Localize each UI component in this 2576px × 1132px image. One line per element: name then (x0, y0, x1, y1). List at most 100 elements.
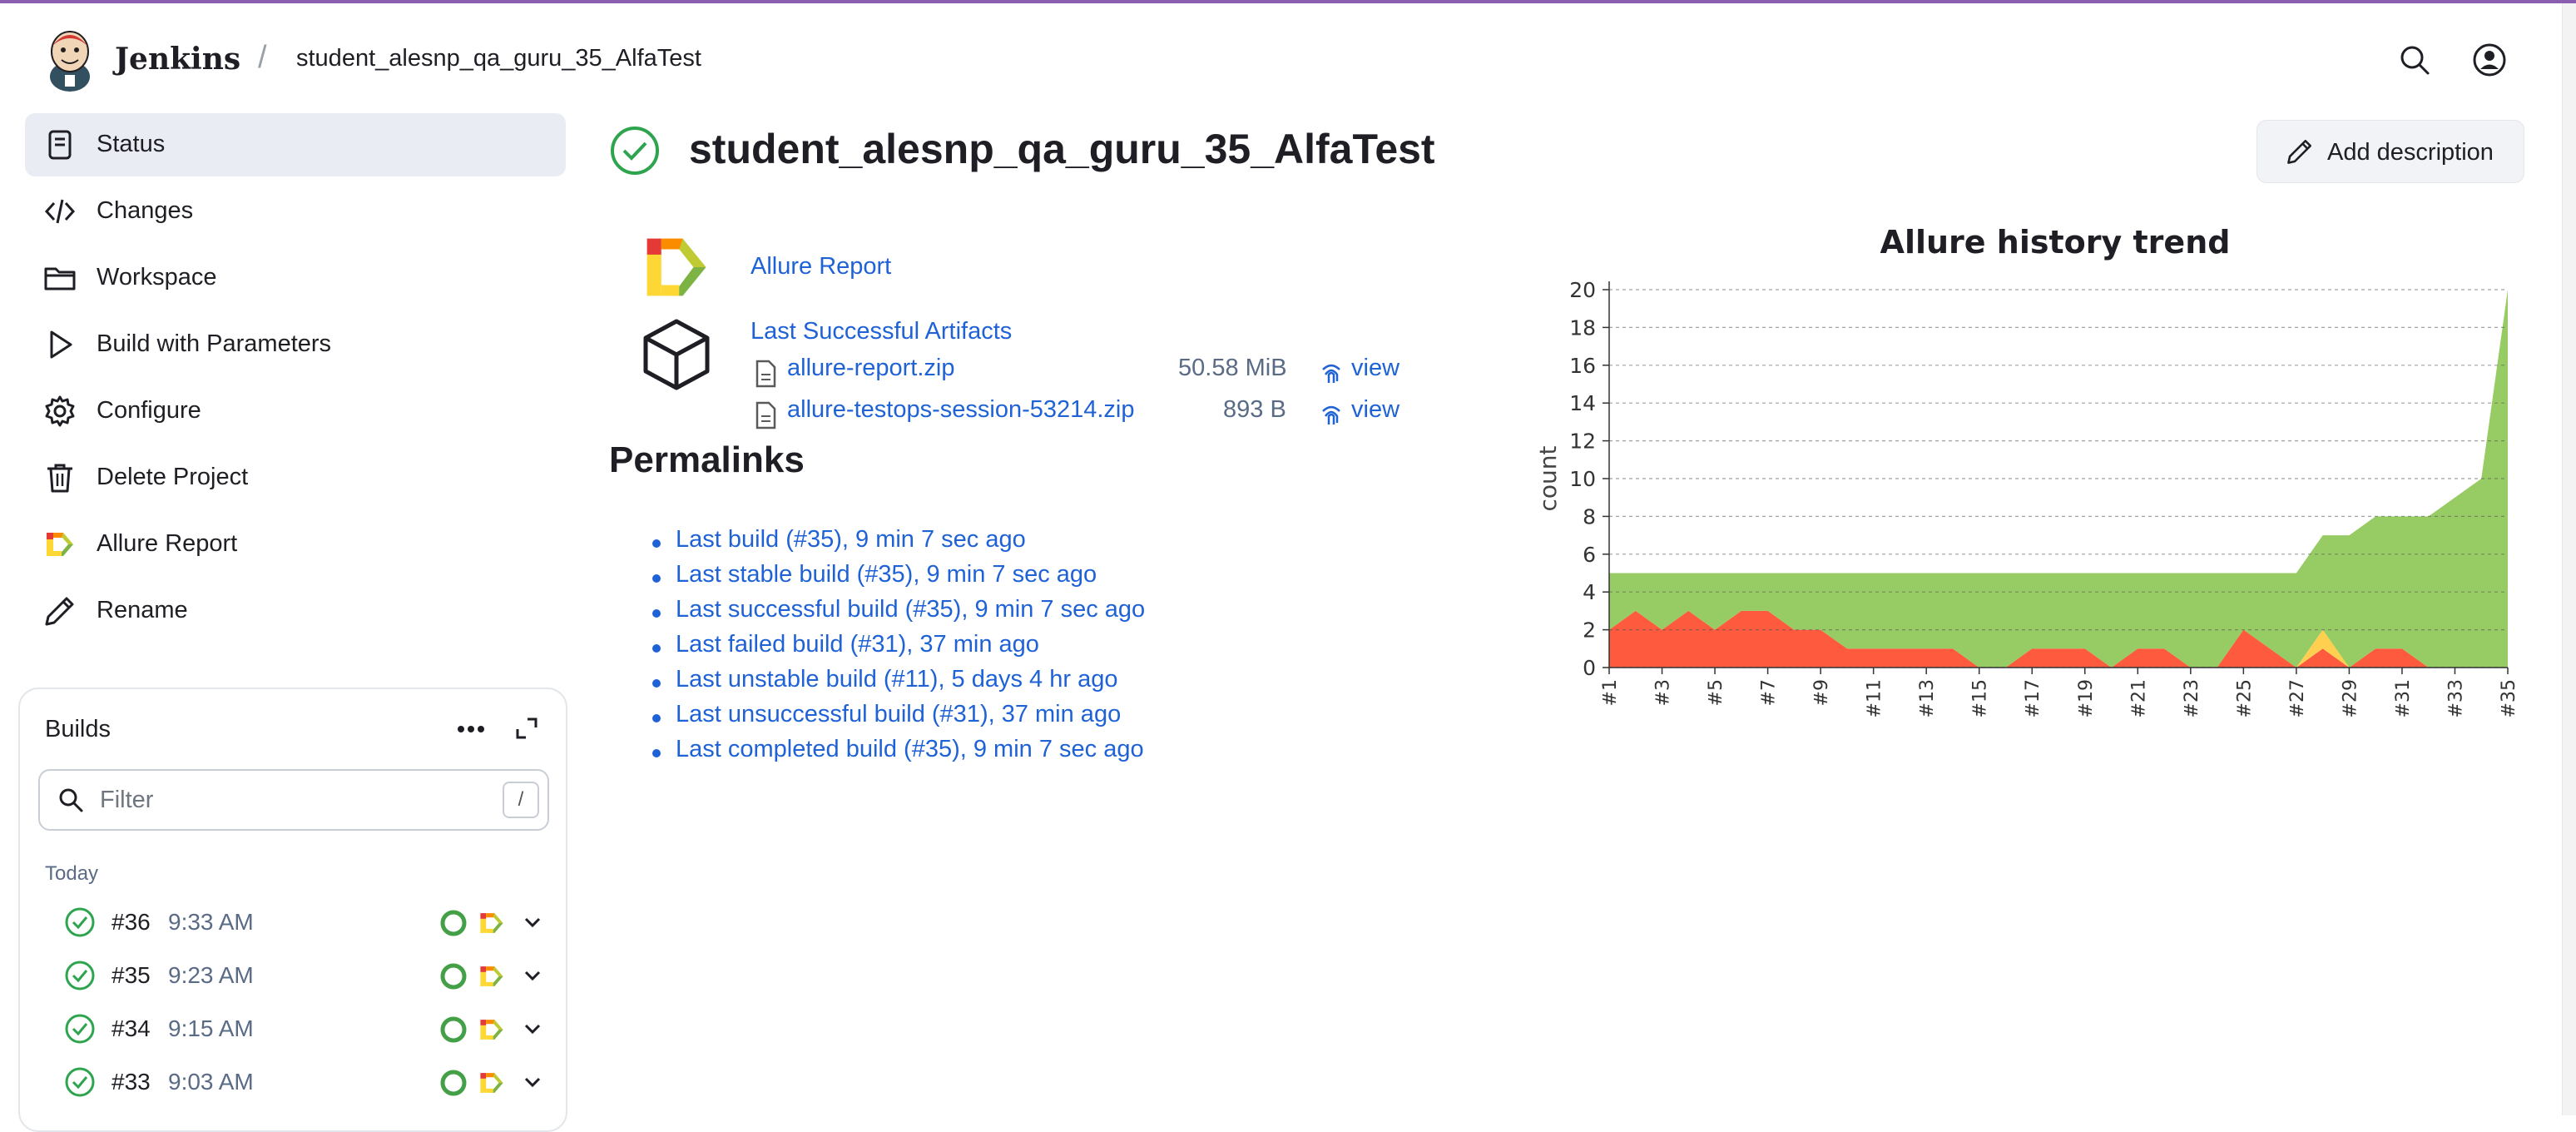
jenkins-brand[interactable]: Jenkins (115, 42, 240, 77)
permalink-item: Last unsuccessful build (#31), 37 min ag… (649, 701, 1145, 736)
permalink-link[interactable]: Last completed build (#35), 9 min 7 sec … (676, 736, 1144, 762)
x-tick-label: #21 (2128, 679, 2149, 717)
breadcrumb-job[interactable]: student_alesnp_qa_guru_35_AlfaTest (296, 45, 701, 72)
filter-shortcut-key: / (503, 782, 539, 818)
artifact-view-link[interactable]: view (1351, 355, 1399, 382)
folder-icon (44, 267, 76, 290)
permalink-item: Last build (#35), 9 min 7 sec ago (649, 526, 1145, 561)
sidebar-item-label: Changes (97, 197, 194, 224)
artifact-row: allure-testops-session-53214.zip 893 B v… (754, 396, 1419, 433)
expand-icon[interactable] (513, 714, 541, 742)
x-tick-label: #13 (1917, 679, 1938, 717)
build-number[interactable]: #35 (111, 962, 151, 989)
y-axis-label: count (1534, 445, 1562, 511)
y-tick-label: 18 (1569, 315, 1596, 340)
allure-icon[interactable] (478, 1015, 506, 1044)
build-row[interactable]: #35 9:23 AM (38, 951, 546, 1000)
breadcrumb-separator: / (258, 40, 267, 75)
permalink-link[interactable]: Last build (#35), 9 min 7 sec ago (676, 526, 1026, 553)
page-header: Jenkins / student_alesnp_qa_guru_35_Alfa… (0, 3, 2576, 112)
y-tick-label: 14 (1569, 391, 1596, 415)
y-tick-label: 20 (1569, 278, 1596, 302)
build-number[interactable]: #34 (111, 1015, 151, 1042)
pencil-icon (45, 597, 74, 626)
permalink-link[interactable]: Last unsuccessful build (#31), 37 min ag… (676, 701, 1121, 727)
sidebar-item-rename[interactable]: Rename (25, 579, 566, 643)
allure-icon[interactable] (478, 1069, 506, 1097)
builds-group-label: Today (45, 862, 99, 885)
x-tick-label: #15 (1970, 679, 1991, 717)
sidebar-item-changes[interactable]: Changes (25, 180, 566, 243)
artifact-link[interactable]: allure-testops-session-53214.zip (787, 396, 1135, 424)
testops-icon[interactable] (439, 1069, 468, 1097)
allure-report-logo-icon[interactable] (637, 231, 714, 303)
y-tick-label: 0 (1583, 656, 1596, 680)
testops-icon[interactable] (439, 909, 468, 937)
build-row[interactable]: #36 9:33 AM (38, 897, 546, 947)
build-row[interactable]: #34 9:15 AM (38, 1004, 546, 1054)
build-time: 9:33 AM (168, 909, 254, 935)
search-icon[interactable] (2396, 42, 2433, 78)
add-description-button[interactable]: Add description (2256, 120, 2524, 183)
builds-filter-input[interactable] (98, 782, 484, 817)
x-tick-label: #31 (2393, 679, 2414, 717)
fingerprint-icon[interactable] (1318, 401, 1345, 428)
y-tick-label: 16 (1569, 354, 1596, 378)
sidebar-item-label: Configure (97, 397, 201, 424)
more-options-icon[interactable] (456, 722, 486, 736)
sidebar-item-label: Status (97, 131, 166, 157)
y-tick-label: 12 (1569, 429, 1596, 454)
chevron-down-icon[interactable] (523, 914, 542, 931)
sidebar-item-allure-report[interactable]: Allure Report (25, 513, 566, 576)
sidebar-item-workspace[interactable]: Workspace (25, 246, 566, 310)
sidebar-item-build-with-parameters[interactable]: Build with Parameters (25, 313, 566, 376)
trash-icon (47, 464, 72, 493)
permalink-item: Last stable build (#35), 9 min 7 sec ago (649, 561, 1145, 596)
allure-icon[interactable] (478, 962, 506, 990)
document-icon (48, 130, 72, 160)
sidebar-item-status[interactable]: Status (25, 113, 566, 176)
build-number[interactable]: #36 (111, 909, 151, 936)
testops-icon[interactable] (439, 962, 468, 990)
chart-title: Allure history trend (1880, 224, 2231, 261)
success-check-icon (65, 961, 95, 990)
testops-icon[interactable] (439, 1015, 468, 1044)
y-tick-label: 6 (1583, 543, 1596, 567)
fingerprint-icon[interactable] (1318, 360, 1345, 386)
build-time: 9:03 AM (168, 1069, 254, 1095)
package-icon (643, 319, 710, 390)
allure-icon[interactable] (478, 909, 506, 937)
permalink-link[interactable]: Last failed build (#31), 37 min ago (676, 631, 1039, 658)
x-tick-label: #25 (2234, 679, 2255, 717)
x-tick-label: #27 (2287, 679, 2308, 717)
chevron-down-icon[interactable] (523, 1020, 542, 1037)
artifact-row: allure-report.zip 50.58 MiB view (754, 355, 1419, 391)
jenkins-logo-icon[interactable] (43, 27, 97, 93)
artifact-view-link[interactable]: view (1351, 396, 1399, 424)
search-icon (59, 788, 83, 812)
play-icon (50, 330, 72, 359)
build-row[interactable]: #33 9:03 AM (38, 1057, 546, 1107)
page-title: student_alesnp_qa_guru_35_AlfaTest (689, 126, 1435, 172)
last-successful-artifacts-link[interactable]: Last Successful Artifacts (751, 318, 1012, 345)
x-tick-label: #35 (2499, 679, 2519, 717)
sidebar-item-configure[interactable]: Configure (25, 380, 566, 443)
x-tick-label: #9 (1811, 679, 1832, 706)
build-number[interactable]: #33 (111, 1069, 151, 1095)
x-tick-label: #1 (1600, 679, 1621, 706)
allure-report-link[interactable]: Allure Report (751, 253, 891, 281)
permalink-link[interactable]: Last successful build (#35), 9 min 7 sec… (676, 596, 1145, 623)
permalinks-title: Permalinks (609, 439, 805, 480)
chevron-down-icon[interactable] (523, 1074, 542, 1090)
sidebar-item-label: Allure Report (97, 530, 238, 557)
permalink-link[interactable]: Last unstable build (#11), 5 days 4 hr a… (676, 666, 1117, 693)
allure-history-trend-chart[interactable]: Allure history trend count 0 2 4 6 8 10 12 14 16 18… (1523, 213, 2521, 729)
page-scrollbar[interactable] (2562, 3, 2576, 1115)
allure-icon (47, 533, 73, 556)
artifact-link[interactable]: allure-report.zip (787, 355, 954, 382)
permalink-link[interactable]: Last stable build (#35), 9 min 7 sec ago (676, 561, 1097, 588)
permalink-item: Last successful build (#35), 9 min 7 sec… (649, 596, 1145, 631)
sidebar-item-delete-project[interactable]: Delete Project (25, 446, 566, 509)
chevron-down-icon[interactable] (523, 967, 542, 984)
account-icon[interactable] (2471, 42, 2508, 78)
